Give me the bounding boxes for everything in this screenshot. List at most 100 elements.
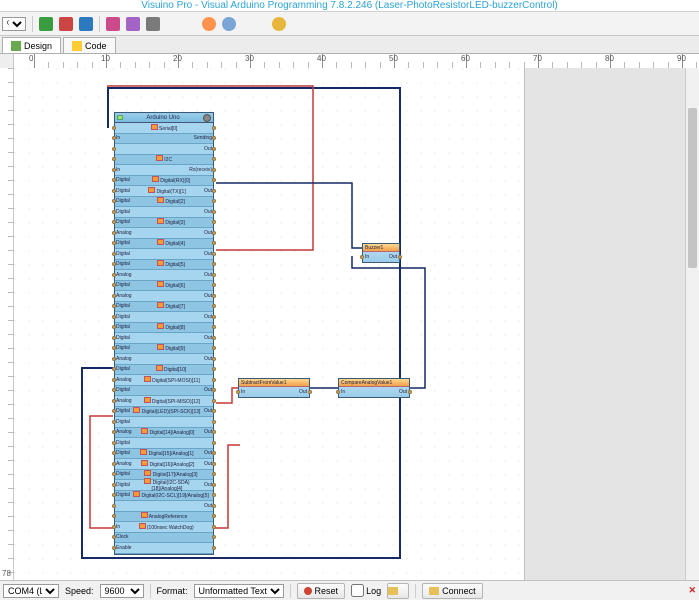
board-row[interactable]: DigitalOut (115, 386, 213, 397)
close-icon[interactable]: ✕ (688, 585, 696, 596)
log-check-input[interactable] (351, 584, 364, 597)
pin-out[interactable] (212, 189, 216, 193)
pin-out[interactable] (212, 472, 216, 476)
pin-out[interactable] (212, 399, 216, 403)
subtract-header[interactable]: SubtractFromValue1 (239, 379, 309, 387)
board-row[interactable]: Digital Digital[9] (115, 344, 213, 355)
buzzer-pin-in[interactable] (360, 255, 364, 259)
board-row[interactable]: Digital Digital(TX)[1]Out (115, 186, 213, 197)
pin-out[interactable] (212, 420, 216, 424)
pin-in[interactable] (112, 294, 116, 298)
scroll-thumb[interactable] (688, 108, 697, 268)
pin-in[interactable] (112, 399, 116, 403)
pin-out[interactable] (212, 252, 216, 256)
upload-icon[interactable] (202, 17, 216, 31)
pin-in[interactable] (112, 168, 116, 172)
pin-out[interactable] (212, 525, 216, 529)
log-checkbox[interactable]: Log (351, 584, 381, 597)
compare-pin-out[interactable] (408, 390, 412, 394)
board-row[interactable]: DigitalOut (115, 249, 213, 260)
baud-combo[interactable]: 9600 (100, 584, 144, 598)
pin-out[interactable] (212, 336, 216, 340)
board-row[interactable]: AnalogReference (115, 512, 213, 523)
subtract-node[interactable]: SubtractFromValue1 In Out (238, 378, 310, 398)
pin-out[interactable] (212, 388, 216, 392)
pin-in[interactable] (112, 315, 116, 319)
board-row[interactable]: Digital Digital[8] (115, 323, 213, 334)
board-row[interactable]: Analog Digital(SPI-MISO)[12] (115, 396, 213, 407)
pin-out[interactable] (212, 451, 216, 455)
pin-out[interactable] (212, 294, 216, 298)
board-row[interactable]: DigitalOut (115, 207, 213, 218)
pin-in[interactable] (112, 378, 116, 382)
pin-out[interactable] (212, 231, 216, 235)
buzzer-node[interactable]: Buzzer1 In Out (362, 243, 400, 263)
board-header[interactable]: Arduino Uno (115, 113, 213, 123)
pin-out[interactable] (212, 546, 216, 550)
pin-out[interactable] (212, 273, 216, 277)
pin-out[interactable] (212, 462, 216, 466)
board-row[interactable]: Digital Digital[2] (115, 197, 213, 208)
pin-out[interactable] (212, 126, 216, 130)
pin-out[interactable] (212, 210, 216, 214)
board-row[interactable]: Digital Digital(RX)[0] (115, 176, 213, 187)
log-file-button[interactable] (387, 583, 409, 599)
board-row[interactable]: Analog Digital[14]/Analog[0]Out (115, 428, 213, 439)
compare-pin-in[interactable] (336, 390, 340, 394)
pin-in[interactable] (112, 210, 116, 214)
pin-out[interactable] (212, 241, 216, 245)
pin-out[interactable] (212, 178, 216, 182)
pin-out[interactable] (212, 220, 216, 224)
compare-header[interactable]: CompareAnalogValue1 (339, 379, 409, 387)
pin-out[interactable] (212, 147, 216, 151)
board-row[interactable]: AnalogOut (115, 270, 213, 281)
board-row[interactable]: AnalogOut (115, 291, 213, 302)
board-row[interactable]: Digital (115, 417, 213, 428)
pin-out[interactable] (212, 493, 216, 497)
design-canvas[interactable]: Arduino Uno Serial[0]InSendingOut I2CInR… (0, 68, 699, 580)
delete-icon[interactable] (146, 17, 160, 31)
zoom-out-icon[interactable] (59, 17, 73, 31)
board-row[interactable]: Digital Digital[10] (115, 365, 213, 376)
board-row[interactable]: DigitalOut (115, 333, 213, 344)
com-port-combo[interactable]: COM4 (L (3, 584, 59, 598)
connect-button[interactable]: Connect (422, 583, 483, 599)
board-menu-knob[interactable] (203, 114, 211, 122)
board-row[interactable]: Digital Digital(I2C-SDA)[18]/Analog[4]Ou… (115, 480, 213, 491)
board-row[interactable]: Analog Digital(SPI-MOSI)[11] (115, 375, 213, 386)
board-row[interactable]: Digital Digital[6] (115, 281, 213, 292)
pin-in[interactable] (112, 336, 116, 340)
help-icon[interactable] (272, 17, 286, 31)
pin-in[interactable] (112, 126, 116, 130)
zoom-fit-icon[interactable] (79, 17, 93, 31)
zoom-in-icon[interactable] (39, 17, 53, 31)
board-row[interactable]: Enable (115, 543, 213, 554)
pin-out[interactable] (212, 304, 216, 308)
pin-in[interactable] (112, 504, 116, 508)
arduino-uno-node[interactable]: Arduino Uno Serial[0]InSendingOut I2CInR… (114, 112, 214, 555)
board-row[interactable]: Digital Digital[7] (115, 302, 213, 313)
pin-out[interactable] (212, 409, 216, 413)
subtract-pin-out[interactable] (308, 390, 312, 394)
pin-in[interactable] (112, 441, 116, 445)
pin-out[interactable] (212, 168, 216, 172)
pin-out[interactable] (212, 378, 216, 382)
board-row[interactable]: Analog Digital[16]/Analog[2]Out (115, 459, 213, 470)
pin-out[interactable] (212, 315, 216, 319)
buzzer-pin-out[interactable] (398, 255, 402, 259)
tool-icon[interactable] (106, 17, 120, 31)
tab-code[interactable]: Code (63, 37, 116, 53)
board-row[interactable]: Digital Digital[15]/Analog[1]Out (115, 449, 213, 460)
buzzer-header[interactable]: Buzzer1 (363, 244, 399, 252)
pin-out[interactable] (212, 283, 216, 287)
board-row[interactable]: Clock (115, 533, 213, 544)
board-row[interactable]: AnalogOut (115, 354, 213, 365)
board-row[interactable]: Digital Digital(I2C-SCL)[19]/Analog[5] (115, 491, 213, 502)
pin-in[interactable] (112, 273, 116, 277)
compare-node[interactable]: CompareAnalogValue1 In Out (338, 378, 410, 398)
board-row[interactable]: Digital (115, 438, 213, 449)
pin-in[interactable] (112, 462, 116, 466)
v-scrollbar[interactable] (685, 68, 699, 580)
board-row[interactable]: DigitalOut (115, 312, 213, 323)
board-row[interactable]: Digital Digital[3] (115, 218, 213, 229)
